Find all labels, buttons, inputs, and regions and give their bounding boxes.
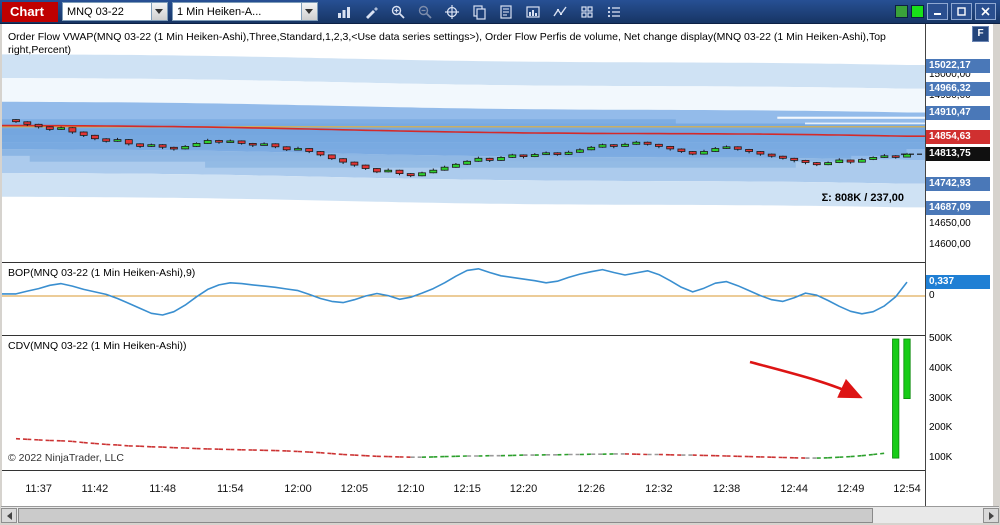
volume-profile-row bbox=[29, 155, 852, 162]
close-button[interactable] bbox=[975, 3, 996, 20]
crosshair-button[interactable] bbox=[440, 1, 465, 22]
bop-line bbox=[2, 268, 908, 316]
cdv-line bbox=[15, 437, 885, 459]
time-axis-label: 12:15 bbox=[453, 483, 481, 495]
scrollbar-thumb[interactable] bbox=[18, 508, 873, 523]
cdv-axis-label: 500K bbox=[929, 333, 953, 344]
zoom-out-button[interactable] bbox=[413, 1, 438, 22]
list-icon bbox=[608, 6, 621, 17]
instrument-selector[interactable]: MNQ 03-22 bbox=[61, 2, 168, 21]
scroll-right-button[interactable] bbox=[983, 508, 999, 523]
minimize-button[interactable] bbox=[927, 3, 948, 20]
minimize-icon bbox=[934, 13, 941, 15]
horizontal-scrollbar[interactable] bbox=[1, 506, 999, 523]
cdv-axis-label: 200K bbox=[929, 422, 953, 434]
time-axis-label: 12:20 bbox=[510, 483, 538, 495]
cdv-bar bbox=[903, 338, 911, 399]
chart-bars-icon bbox=[338, 6, 351, 18]
zoom-out-icon bbox=[419, 5, 433, 19]
price-badge-band: 14687,09 bbox=[926, 201, 990, 215]
arrow-left-icon bbox=[6, 511, 12, 520]
cdv-bar bbox=[892, 338, 900, 459]
price-badge-band: 14910,47 bbox=[926, 106, 990, 121]
time-axis-label: 11:42 bbox=[82, 483, 109, 495]
cdv-axis-label: 100K bbox=[929, 452, 953, 464]
time-axis-label: 11:48 bbox=[149, 483, 176, 495]
pencil-icon bbox=[366, 6, 379, 19]
price-axis[interactable]: F 15000,0014950,0014650,0014600,0015022,… bbox=[925, 24, 993, 506]
copy-icon bbox=[473, 4, 487, 20]
titlebar: Chart MNQ 03-22 1 Min Heiken-A... bbox=[0, 0, 1000, 24]
chart-canvas[interactable]: 11:37 11:42 11:48 11:54 12:00 12:05 12:10 12:15… bbox=[2, 24, 925, 506]
chart-window: Chart MNQ 03-22 1 Min Heiken-A... 11:37 … bbox=[0, 0, 1000, 525]
volume-profile-row bbox=[2, 119, 676, 124]
cdv-axis-label: 400K bbox=[929, 362, 953, 374]
chart-menu-button[interactable]: Chart bbox=[2, 1, 58, 22]
series-selector[interactable]: 1 Min Heiken-A... bbox=[171, 2, 318, 21]
toolbar bbox=[332, 1, 627, 22]
right-margin-strip bbox=[993, 24, 1000, 506]
price-badge-vwap: 14854,63 bbox=[926, 129, 990, 144]
grid-icon bbox=[581, 5, 594, 18]
chevron-down-icon[interactable] bbox=[300, 3, 317, 20]
time-axis-label: 11:37 bbox=[25, 483, 52, 495]
time-axis-label: 12:10 bbox=[397, 483, 425, 495]
volume-profile-row bbox=[805, 122, 925, 125]
zigzag-icon bbox=[553, 6, 568, 16]
indicators-button[interactable] bbox=[548, 1, 573, 22]
chevron-down-icon[interactable] bbox=[150, 3, 167, 20]
series-selector-value: 1 Min Heiken-A... bbox=[176, 5, 262, 18]
time-axis-label: 12:44 bbox=[780, 483, 808, 495]
volume-profile-row bbox=[205, 161, 796, 168]
bar-type-button[interactable] bbox=[332, 1, 357, 22]
maximize-button[interactable] bbox=[951, 3, 972, 20]
price-badge-band: 14742,93 bbox=[926, 177, 990, 192]
time-axis-label: 12:49 bbox=[837, 483, 865, 495]
connection-indicator-icon bbox=[895, 5, 908, 18]
volume-profile-row bbox=[777, 116, 925, 119]
time-axis-label: 12:54 bbox=[893, 483, 921, 495]
chart-svg[interactable]: 11:37 11:42 11:48 11:54 12:00 12:05 12:10 12:15… bbox=[2, 24, 925, 506]
drawing-tools-button[interactable] bbox=[359, 1, 384, 22]
annotation-arrow bbox=[749, 360, 863, 399]
data-series-button[interactable] bbox=[494, 1, 519, 22]
close-icon bbox=[981, 7, 990, 16]
price-axis-label: 14650,00 bbox=[929, 217, 971, 229]
time-axis-label: 11:54 bbox=[217, 483, 244, 495]
instrument-selector-value: MNQ 03-22 bbox=[66, 5, 124, 18]
time-axis-label: 12:32 bbox=[645, 483, 673, 495]
document-icon bbox=[500, 4, 513, 19]
mini-chart-icon bbox=[526, 5, 541, 18]
scroll-left-button[interactable] bbox=[1, 508, 17, 523]
time-axis-label: 12:26 bbox=[577, 483, 605, 495]
price-badge-band: 15022,17 bbox=[926, 58, 990, 73]
connection-indicator-icon bbox=[911, 5, 924, 18]
volume-profile-row bbox=[2, 135, 925, 143]
price-axis-label: 14600,00 bbox=[929, 239, 971, 250]
zoom-in-button[interactable] bbox=[386, 1, 411, 22]
cdv-axis-label: 300K bbox=[929, 392, 953, 404]
bop-axis-label: 0 bbox=[929, 290, 935, 301]
properties-button[interactable] bbox=[602, 1, 627, 22]
chart-panel-button[interactable] bbox=[521, 1, 546, 22]
windows-button[interactable] bbox=[575, 1, 600, 22]
time-axis-label: 12:05 bbox=[341, 483, 369, 495]
copy-button[interactable] bbox=[467, 1, 492, 22]
bop-value-badge: 0,337 bbox=[926, 275, 990, 290]
arrow-right-icon bbox=[988, 511, 994, 520]
time-axis-label: 12:38 bbox=[713, 483, 741, 495]
price-badge-band: 14966,32 bbox=[926, 82, 990, 97]
zoom-in-icon bbox=[392, 5, 406, 19]
crosshair-icon bbox=[445, 4, 460, 19]
fixed-scale-button[interactable]: F bbox=[972, 26, 989, 42]
time-axis-label: 12:00 bbox=[284, 483, 312, 495]
price-badge-last: 14813,75 bbox=[926, 147, 990, 162]
maximize-icon bbox=[957, 7, 966, 16]
